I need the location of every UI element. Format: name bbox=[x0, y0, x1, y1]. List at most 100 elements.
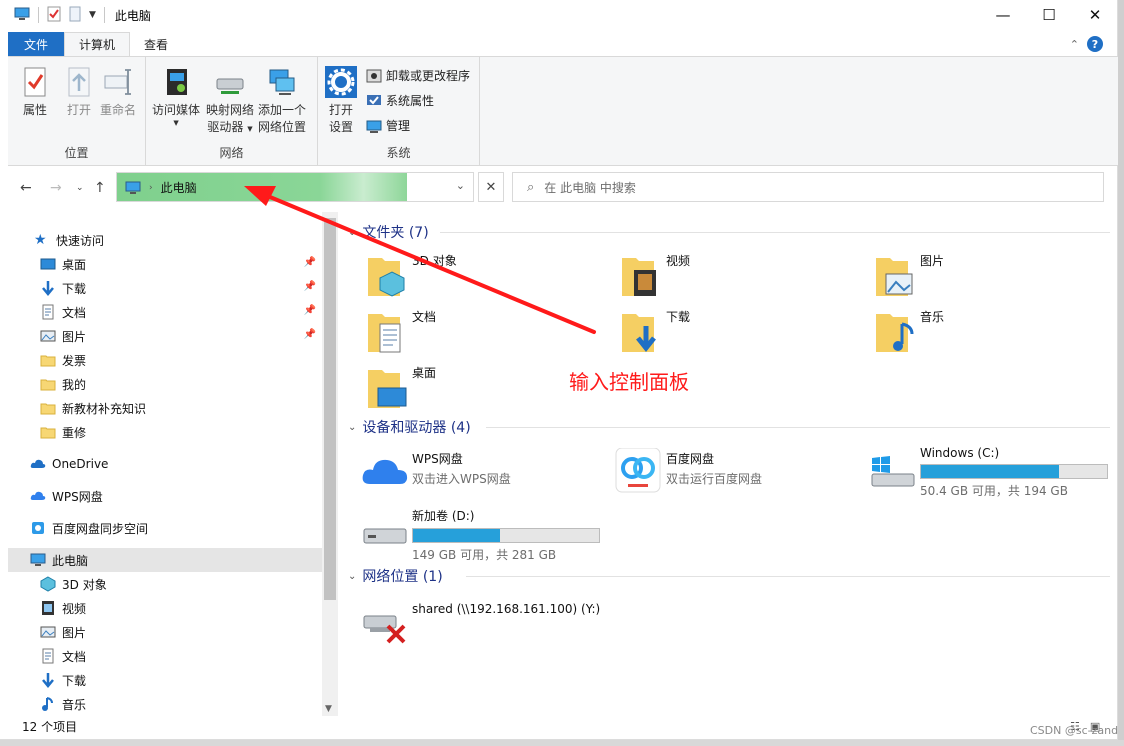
up-arrow-icon[interactable]: ↑ bbox=[94, 180, 106, 196]
access-media-button[interactable]: 访问媒体 ▼ bbox=[152, 65, 200, 127]
properties-qat-icon[interactable] bbox=[47, 6, 61, 25]
address-dropdown-icon[interactable]: ⌄ bbox=[456, 179, 465, 192]
clear-address-button[interactable]: ✕ bbox=[478, 172, 504, 202]
uninstall-button[interactable]: 卸载或更改程序 bbox=[366, 67, 470, 84]
tab-file[interactable]: 文件 bbox=[8, 32, 65, 56]
forward-arrow-icon[interactable]: → bbox=[50, 180, 62, 196]
add-network-location-button[interactable]: 添加一个 网络位置 bbox=[258, 65, 306, 136]
address-bar[interactable]: › 此电脑 ⌄ bbox=[116, 172, 474, 202]
section-header-network[interactable]: ⌄ 网络位置 (1) bbox=[348, 566, 443, 586]
scrollbar-thumb[interactable] bbox=[324, 218, 336, 600]
collapse-chevron-icon[interactable]: ⌄ bbox=[348, 571, 356, 582]
sidebar-label: 下载 bbox=[62, 673, 87, 688]
sidebar-label: 文档 bbox=[62, 649, 87, 664]
sidebar-item-downloads-pc[interactable]: 下载 bbox=[8, 668, 322, 692]
folder-icon bbox=[40, 427, 56, 439]
collapse-ribbon-icon[interactable]: ⌃ bbox=[1070, 38, 1079, 51]
section-header-folders[interactable]: ⌄ 文件夹 (7) bbox=[348, 222, 429, 242]
map-drive-label-2: 驱动器 bbox=[207, 120, 244, 134]
pin-icon[interactable]: 📌 bbox=[304, 257, 316, 268]
sidebar-item-wps[interactable]: WPS网盘 bbox=[8, 484, 322, 508]
tile-label: 音乐 bbox=[920, 310, 945, 324]
system-properties-button[interactable]: 系统属性 bbox=[366, 92, 434, 109]
tab-view[interactable]: 查看 bbox=[130, 32, 182, 56]
minimize-button[interactable]: — bbox=[980, 0, 1026, 30]
drive-usage-fill bbox=[413, 529, 501, 542]
manage-button[interactable]: 管理 bbox=[366, 117, 410, 134]
sidebar-label: 百度网盘同步空间 bbox=[52, 521, 149, 536]
baidu-sync-icon bbox=[32, 522, 44, 534]
open-icon bbox=[68, 67, 90, 97]
collapse-chevron-icon[interactable]: ⌄ bbox=[348, 422, 356, 433]
section-header-devices[interactable]: ⌄ 设备和驱动器 (4) bbox=[348, 417, 471, 437]
drive-d[interactable]: 新加卷 (D:) 149 GB 可用，共 281 GB bbox=[360, 505, 600, 563]
pin-icon[interactable]: 📌 bbox=[304, 305, 316, 316]
sidebar-item-baidu-sync[interactable]: 百度网盘同步空间 bbox=[8, 516, 322, 540]
folder-tile-pictures[interactable]: 图片 bbox=[874, 252, 944, 300]
network-drive-shared[interactable]: shared (\\192.168.161.100) (Y:) bbox=[360, 600, 600, 646]
sidebar-item-this-pc[interactable]: 此电脑 bbox=[8, 548, 322, 572]
search-input[interactable]: ⌕ 在 此电脑 中搜索 bbox=[512, 172, 1104, 202]
section-title: 网络位置 (1) bbox=[362, 569, 443, 585]
sidebar-item-pictures-pc[interactable]: 图片 bbox=[8, 620, 322, 644]
close-button[interactable]: ✕ bbox=[1072, 0, 1118, 30]
help-icon[interactable]: ? bbox=[1087, 36, 1103, 52]
open-label: 打开 bbox=[66, 103, 91, 117]
qat-dropdown-icon[interactable]: ▼ bbox=[89, 10, 96, 20]
folder-tile-music[interactable]: 音乐 bbox=[874, 308, 944, 356]
sidebar-item-folder[interactable]: 重修 bbox=[8, 420, 322, 444]
sidebar-item-folder[interactable]: 我的 bbox=[8, 372, 322, 396]
properties-label: 属性 bbox=[22, 103, 47, 117]
download-icon bbox=[42, 673, 54, 688]
maximize-button[interactable]: ☐ bbox=[1026, 0, 1072, 30]
sidebar-scrollbar[interactable]: ▼ bbox=[322, 212, 338, 716]
drive-usage-bar bbox=[412, 528, 600, 543]
open-settings-label-1: 打开 bbox=[328, 103, 353, 117]
sidebar-item-pictures[interactable]: 图片 📌 bbox=[8, 324, 322, 348]
group-label-network: 网络 bbox=[219, 146, 244, 160]
sidebar-item-downloads[interactable]: 下载 📌 bbox=[8, 276, 322, 300]
sidebar-label: 图片 bbox=[62, 329, 87, 344]
drive-c[interactable]: Windows (C:) 50.4 GB 可用，共 194 GB bbox=[868, 444, 1108, 499]
sidebar-item-videos[interactable]: 视频 bbox=[8, 596, 322, 620]
folder-tile-downloads[interactable]: 下载 bbox=[620, 308, 690, 356]
navigation-pane: ★ 快速访问 桌面 📌 下载 📌 文档 📌 图片 📌 发票 我的 新教材补充知识… bbox=[8, 212, 322, 716]
properties-icon bbox=[24, 67, 46, 97]
folder-tile-videos[interactable]: 视频 bbox=[620, 252, 690, 300]
rename-button[interactable]: 重命名 bbox=[100, 65, 136, 119]
folder-icon bbox=[40, 355, 56, 367]
ribbon-tabs: 文件 计算机 查看 bbox=[0, 32, 1118, 56]
folder-tile-3d-objects[interactable]: 3D 对象 bbox=[366, 252, 457, 300]
sidebar-item-3d-objects[interactable]: 3D 对象 bbox=[8, 572, 322, 596]
device-wps[interactable]: WPS网盘 双击进入WPS网盘 bbox=[360, 448, 511, 494]
folder-tile-documents[interactable]: 文档 bbox=[366, 308, 436, 356]
sidebar-item-music[interactable]: 音乐 bbox=[8, 692, 322, 716]
sidebar-item-onedrive[interactable]: OneDrive bbox=[8, 452, 322, 476]
breadcrumb-this-pc[interactable]: 此电脑 bbox=[161, 179, 197, 196]
collapse-chevron-icon[interactable]: ⌄ bbox=[348, 227, 356, 238]
pin-icon[interactable]: 📌 bbox=[304, 281, 316, 292]
back-arrow-icon[interactable]: ← bbox=[20, 180, 32, 196]
sidebar-item-desktop[interactable]: 桌面 📌 bbox=[8, 252, 322, 276]
open-button[interactable]: 打开 bbox=[62, 65, 96, 119]
device-baidu[interactable]: 百度网盘 双击运行百度网盘 bbox=[614, 448, 762, 494]
sidebar-item-documents[interactable]: 文档 📌 bbox=[8, 300, 322, 324]
search-icon: ⌕ bbox=[527, 179, 535, 195]
tab-computer[interactable]: 计算机 bbox=[64, 32, 131, 56]
pin-icon[interactable]: 📌 bbox=[304, 329, 316, 340]
sidebar-item-folder[interactable]: 新教材补充知识 bbox=[8, 396, 322, 420]
sidebar-label: 3D 对象 bbox=[62, 577, 107, 592]
open-settings-button[interactable]: 打开 设置 bbox=[324, 65, 358, 136]
manage-label: 管理 bbox=[386, 119, 411, 133]
new-folder-qat-icon[interactable] bbox=[69, 6, 81, 25]
sidebar-item-quick-access[interactable]: ★ 快速访问 bbox=[8, 228, 322, 252]
folder-tile-desktop[interactable]: 桌面 bbox=[366, 364, 436, 412]
sidebar-item-folder[interactable]: 发票 bbox=[8, 348, 322, 372]
sidebar-item-documents-pc[interactable]: 文档 bbox=[8, 644, 322, 668]
map-drive-button[interactable]: 映射网络 驱动器 ▼ bbox=[206, 65, 254, 138]
desktop-folder-icon bbox=[368, 370, 407, 408]
scroll-down-icon[interactable]: ▼ bbox=[325, 704, 332, 714]
properties-button[interactable]: 属性 bbox=[18, 65, 52, 119]
chevron-down-icon: ▼ bbox=[173, 119, 179, 127]
recent-locations-icon[interactable]: ⌄ bbox=[76, 183, 84, 193]
